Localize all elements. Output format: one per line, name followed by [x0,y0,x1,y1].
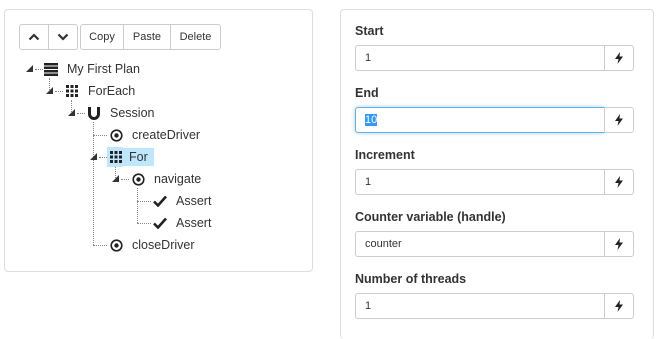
tree-node-create-driver[interactable]: createDriver [109,125,203,145]
expand-toggle-icon[interactable] [111,174,121,184]
lightning-bolt-icon [615,176,623,188]
start-dynamic-toggle[interactable] [604,45,634,71]
tree-node-label: Assert [176,216,212,230]
counter-variable-dynamic-toggle[interactable] [604,231,634,257]
tree-node-close-driver[interactable]: closeDriver [109,235,198,255]
end-input[interactable]: 10 [355,107,605,133]
lightning-bolt-icon [615,300,623,312]
move-up-button[interactable] [19,24,49,50]
threads-dynamic-toggle[interactable] [604,293,634,319]
expand-toggle-icon[interactable] [45,86,55,96]
increment-dynamic-toggle[interactable] [604,169,634,195]
magnet-icon [87,106,101,120]
lightning-bolt-icon [615,52,623,64]
tree-node-label: My First Plan [67,62,140,76]
check-icon [153,194,167,208]
counter-variable-input[interactable] [355,231,605,257]
tree-node-my-first-plan[interactable]: My First Plan [44,59,143,79]
counter-variable-label: Counter variable (handle) [355,210,506,224]
tree-node-label: ForEach [88,84,136,98]
tree-toolbar: Copy Paste Delete [19,24,221,50]
increment-field-group [355,169,634,195]
grid-icon [107,147,123,167]
lightning-bolt-icon [615,238,623,250]
counter-variable-field-group [355,231,634,257]
lightning-bolt-icon [615,114,623,126]
start-input[interactable] [355,45,605,71]
tree-node-label: closeDriver [132,238,195,252]
check-icon [153,216,167,230]
end-dynamic-toggle[interactable] [604,107,634,133]
target-icon [109,238,123,252]
tree-node-label: Assert [176,194,212,208]
expand-toggle-icon[interactable] [25,64,35,74]
increment-input[interactable] [355,169,605,195]
delete-button[interactable]: Delete [170,24,221,50]
tree-node-label: For [123,148,154,166]
tree-node-assert[interactable]: Assert [153,191,214,211]
tree-node-label: createDriver [132,128,201,142]
target-icon [131,172,145,186]
threads-label: Number of threads [355,272,467,286]
tree-node-navigate[interactable]: navigate [131,169,204,189]
threads-field-group [355,293,634,319]
expand-toggle-icon[interactable] [89,152,99,162]
list-icon [44,62,58,76]
target-icon [109,128,123,142]
end-input-selected-text: 10 [365,114,378,126]
tree-node-assert[interactable]: Assert [153,213,214,233]
chevron-down-icon [57,33,69,41]
increment-label: Increment [355,148,415,162]
chevron-up-icon [28,33,40,41]
paste-button[interactable]: Paste [123,24,171,50]
end-label: End [355,86,379,100]
tree-node-label: navigate [154,172,202,186]
tree-node-label: Session [110,106,155,120]
end-field-group: 10 [355,107,634,133]
tree-node-for[interactable]: For [107,147,154,167]
start-label: Start [355,24,384,38]
grid-icon [65,84,79,98]
expand-toggle-icon[interactable] [67,108,77,118]
move-down-button[interactable] [48,24,78,50]
tree-node-session[interactable]: Session [87,103,157,123]
tree-node-foreach[interactable]: ForEach [65,81,138,101]
threads-input[interactable] [355,293,605,319]
copy-button[interactable]: Copy [80,24,124,50]
start-field-group [355,45,634,71]
